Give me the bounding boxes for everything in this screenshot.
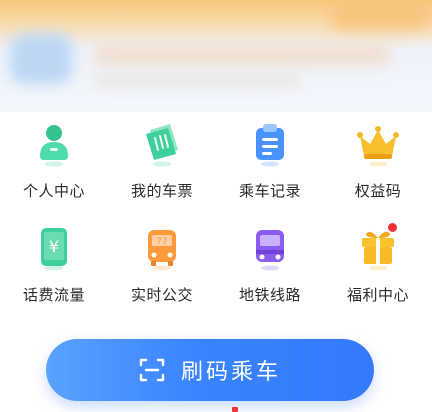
menu-item-metro-lines[interactable]: 地铁线路 — [216, 216, 324, 320]
svg-text:77: 77 — [156, 237, 167, 247]
crown-icon — [350, 116, 406, 172]
banner-blur-subtext — [92, 74, 302, 88]
clipboard-icon — [242, 116, 298, 172]
menu-item-label: 福利中心 — [346, 286, 409, 304]
menu-item-label: 权益码 — [354, 182, 402, 200]
menu-item-label: 地铁线路 — [238, 286, 301, 304]
ticket-icon — [134, 116, 190, 172]
gift-icon — [350, 220, 406, 276]
menu-item-live-bus[interactable]: 77 实时公交 — [108, 216, 216, 320]
phone-yuan-icon: ¥ — [26, 220, 82, 276]
menu-item-label: 乘车记录 — [238, 182, 301, 200]
scan-to-ride-button[interactable]: 刷码乘车 — [46, 339, 374, 401]
menu-item-label: 实时公交 — [130, 286, 193, 304]
service-menu-grid: 个人中心 我的车票 乘车记录 权益码 ¥ 话费流量 77 实时公交 地铁线路 福… — [0, 112, 432, 324]
metro-icon — [242, 220, 298, 276]
banner-blur-avatar — [10, 34, 72, 84]
bottom-indicator-mark — [232, 407, 238, 412]
menu-item-ride-records[interactable]: 乘车记录 — [216, 112, 324, 216]
scan-icon — [139, 358, 165, 382]
notification-badge-dot — [387, 222, 398, 233]
top-banner-blurred — [0, 0, 432, 112]
bus-icon: 77 — [134, 220, 190, 276]
scan-button-label: 刷码乘车 — [180, 360, 281, 385]
banner-blur-text — [92, 44, 392, 66]
banner-blur-corner — [330, 4, 432, 30]
profile-icon — [26, 116, 82, 172]
menu-item-profile[interactable]: 个人中心 — [0, 112, 108, 216]
menu-item-label: 话费流量 — [22, 286, 85, 304]
svg-text:¥: ¥ — [49, 237, 59, 256]
menu-item-label: 我的车票 — [130, 182, 193, 200]
menu-item-welfare-center[interactable]: 福利中心 — [324, 216, 432, 320]
menu-item-benefit-code[interactable]: 权益码 — [324, 112, 432, 216]
menu-item-phone-data[interactable]: ¥ 话费流量 — [0, 216, 108, 320]
menu-item-tickets[interactable]: 我的车票 — [108, 112, 216, 216]
menu-item-label: 个人中心 — [22, 182, 85, 200]
